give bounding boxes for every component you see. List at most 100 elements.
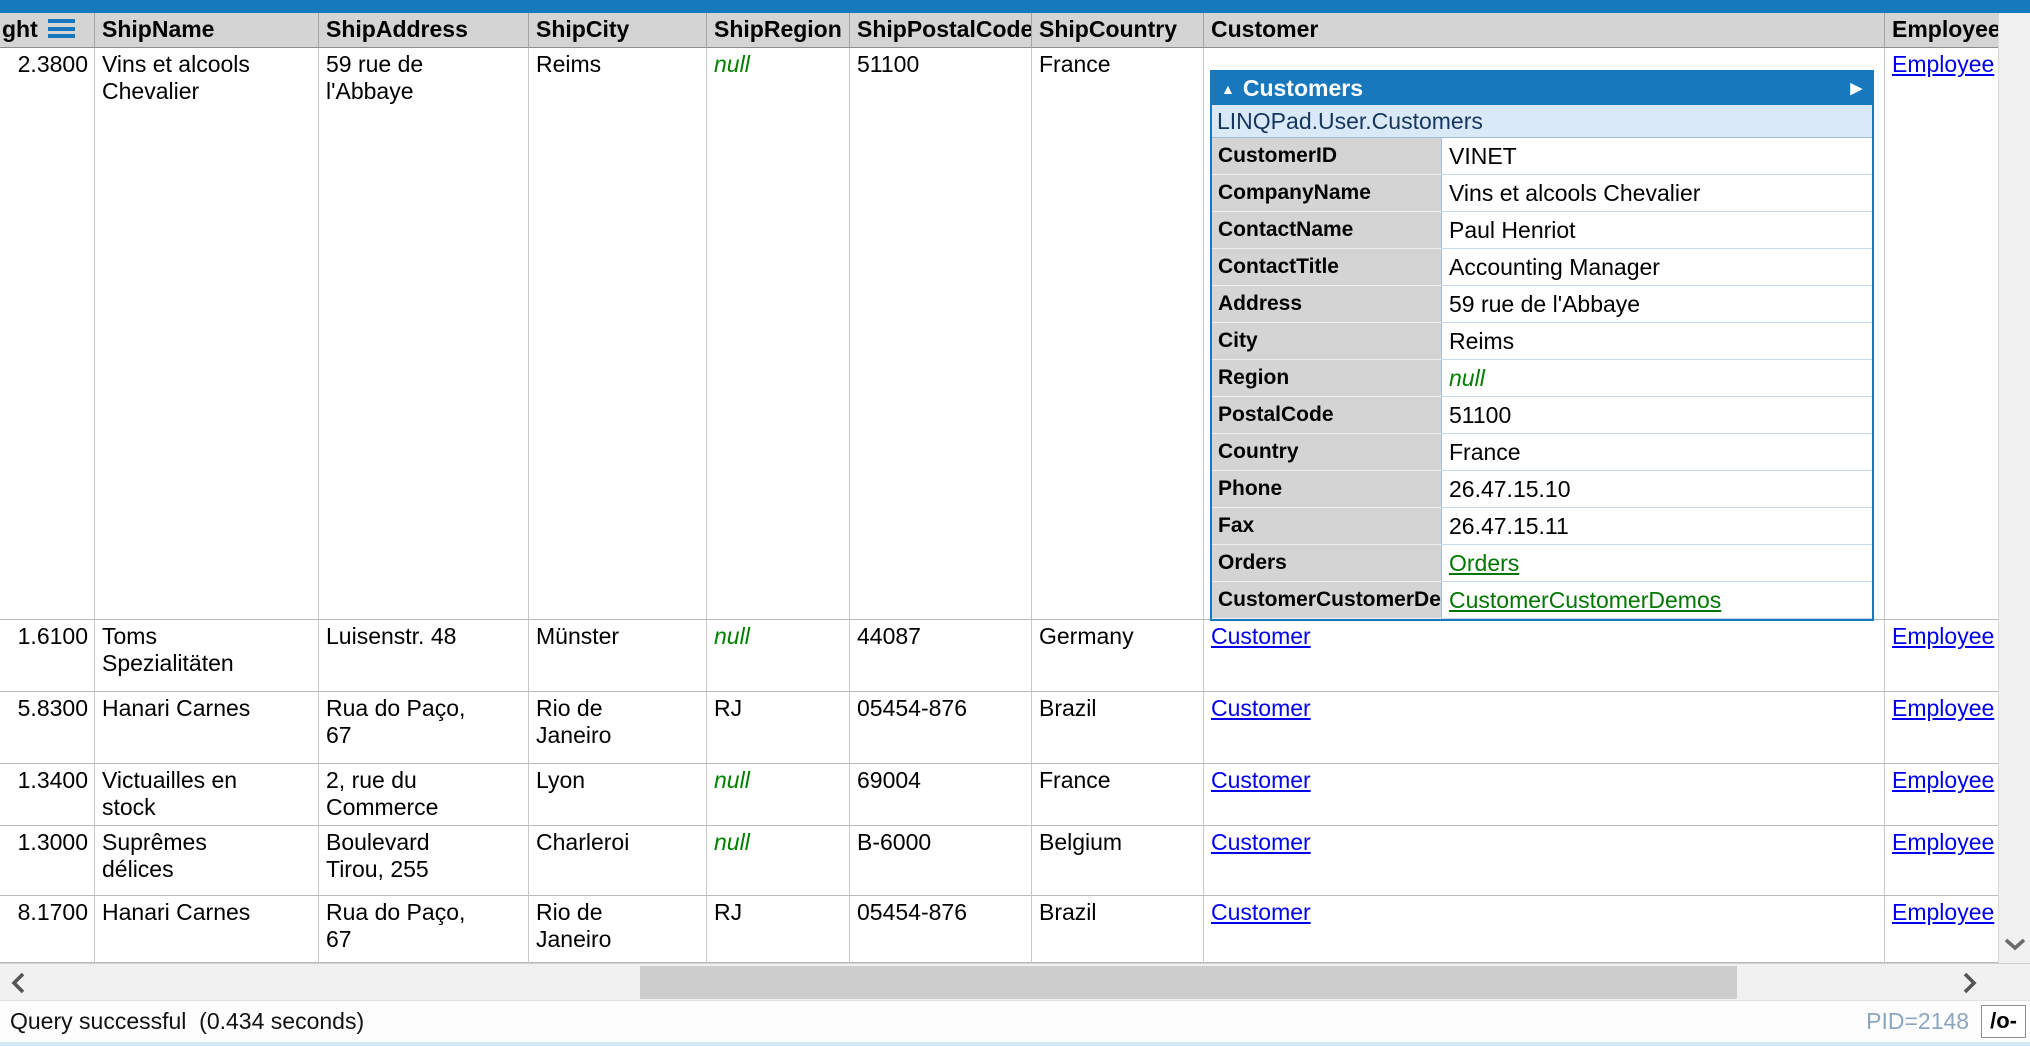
panel-field-label: ContactName	[1212, 212, 1442, 249]
column-header-customer[interactable]: Customer	[1204, 13, 1885, 48]
cell-text: Rua do Paço, 67	[326, 899, 465, 952]
employee-link[interactable]: Employee	[1892, 899, 1994, 925]
cell-text: 05454-876	[857, 695, 967, 721]
panel-field-row: ContactTitleAccounting Manager	[1212, 249, 1872, 286]
cell-ship-postal-code: 05454-876	[850, 896, 1032, 963]
panel-field-value: Orders	[1442, 545, 1872, 582]
employee-link[interactable]: Employee	[1892, 623, 1994, 649]
status-bar: Query successful (0.434 seconds) PID=214…	[0, 1000, 2030, 1042]
cell-customer: Customer	[1204, 826, 1885, 896]
cell-text: Luisenstr. 48	[326, 623, 456, 649]
panel-field-value: Accounting Manager	[1442, 249, 1872, 286]
panel-field-row: CityReims	[1212, 323, 1872, 360]
panel-field-value: Vins et alcools Chevalier	[1442, 175, 1872, 212]
cell-freight: 5.8300	[0, 692, 95, 764]
cell-text: Rua do Paço, 67	[326, 695, 465, 748]
panel-field-label: Country	[1212, 434, 1442, 471]
cell-text: B-6000	[857, 829, 931, 855]
cell-text: Reims	[536, 51, 601, 77]
column-header-label: ShipCity	[536, 16, 629, 42]
cell-ship-country: Belgium	[1032, 826, 1204, 896]
customer-panel-title: Customers	[1243, 75, 1363, 101]
cell-customer: Customer	[1204, 896, 1885, 963]
employee-link[interactable]: Employee	[1892, 829, 1994, 855]
status-message: Query successful (0.434 seconds)	[10, 1008, 364, 1035]
cell-text: 2, rue du Commerce	[326, 767, 438, 820]
cell-ship-city: Münster	[529, 620, 707, 692]
hamburger-icon[interactable]	[48, 19, 75, 38]
scroll-right-icon[interactable]	[1958, 970, 1980, 1001]
bottom-accent-line	[0, 1042, 2030, 1046]
column-header-ship-country[interactable]: ShipCountry	[1032, 13, 1204, 48]
cell-text: 1.6100	[18, 623, 88, 649]
employee-link[interactable]: Employee	[1892, 767, 1994, 793]
panel-field-value: Reims	[1442, 323, 1872, 360]
vertical-scrollbar[interactable]	[1998, 13, 2030, 963]
column-header-ship-name[interactable]: ShipName	[95, 13, 319, 48]
panel-field-label: City	[1212, 323, 1442, 360]
scroll-left-icon[interactable]	[8, 970, 30, 1001]
collapse-triangle-icon: ▲	[1221, 81, 1235, 97]
cell-text: 51100	[857, 51, 919, 77]
horizontal-scrollbar-thumb[interactable]	[640, 966, 1737, 999]
scroll-down-icon[interactable]	[2002, 936, 2028, 957]
cell-text: Toms Spezialitäten	[102, 623, 234, 676]
horizontal-scrollbar[interactable]	[0, 963, 2030, 1000]
null-value: null	[714, 623, 750, 649]
column-header-label: ght	[2, 16, 38, 42]
cell-ship-postal-code: 44087	[850, 620, 1032, 692]
cell-text: Germany	[1039, 623, 1134, 649]
employee-link[interactable]: Employee	[1892, 695, 1994, 721]
customercustomerdemos-link[interactable]: CustomerCustomerDemos	[1449, 587, 1721, 613]
optimization-mode-badge[interactable]: /o-	[1981, 1005, 2026, 1038]
cell-text: Brazil	[1039, 695, 1097, 721]
cell-ship-region: RJ	[707, 896, 850, 963]
column-header-ship-postal-code[interactable]: ShipPostalCode	[850, 13, 1032, 48]
customer-detail-panel: ▲Customers ▶ LINQPad.User.Customers Cust…	[1210, 70, 1874, 621]
cell-ship-address: Rua do Paço, 67	[319, 692, 529, 764]
expand-right-arrow-icon[interactable]: ▶	[1850, 72, 1862, 105]
cell-ship-country: France	[1032, 48, 1204, 620]
panel-field-row: CountryFrance	[1212, 434, 1872, 471]
null-value: null	[1449, 365, 1485, 391]
cell-text: Hanari Carnes	[102, 899, 250, 925]
panel-field-value: France	[1442, 434, 1872, 471]
column-header-ship-address[interactable]: ShipAddress	[319, 13, 529, 48]
column-header-freight[interactable]: ght	[0, 13, 95, 48]
cell-freight: 1.3000	[0, 826, 95, 896]
null-value: null	[714, 829, 750, 855]
cell-text: RJ	[714, 899, 742, 925]
customer-panel-fields: CustomerIDVINETCompanyNameVins et alcool…	[1212, 138, 1872, 619]
cell-text: Boulevard Tirou, 255	[326, 829, 430, 882]
orders-link[interactable]: Orders	[1449, 550, 1519, 576]
cell-ship-name: Hanari Carnes	[95, 896, 319, 963]
column-header-label: ShipRegion	[714, 16, 842, 42]
customer-link[interactable]: Customer	[1211, 695, 1311, 721]
cell-ship-city: Rio de Janeiro	[529, 692, 707, 764]
cell-text: Lyon	[536, 767, 585, 793]
column-header-label: ShipPostalCode	[857, 16, 1032, 42]
cell-ship-name: Vins et alcools Chevalier	[95, 48, 319, 620]
cell-text: France	[1039, 767, 1111, 793]
cell-text: 2.3800	[18, 51, 88, 77]
column-header-ship-region[interactable]: ShipRegion	[707, 13, 850, 48]
cell-ship-region: null	[707, 764, 850, 826]
cell-freight: 1.6100	[0, 620, 95, 692]
panel-field-row: Address59 rue de l'Abbaye	[1212, 286, 1872, 323]
panel-field-value: CustomerCustomerDemos	[1442, 582, 1872, 619]
panel-field-row: Phone26.47.15.10	[1212, 471, 1872, 508]
panel-field-label: Fax	[1212, 508, 1442, 545]
employee-link[interactable]: Employee	[1892, 51, 1994, 77]
column-header-ship-city[interactable]: ShipCity	[529, 13, 707, 48]
pid-label: PID=2148	[1866, 1008, 1969, 1035]
cell-freight: 1.3400	[0, 764, 95, 826]
customer-link[interactable]: Customer	[1211, 829, 1311, 855]
customer-link[interactable]: Customer	[1211, 899, 1311, 925]
customer-link[interactable]: Customer	[1211, 623, 1311, 649]
cell-ship-name: Toms Spezialitäten	[95, 620, 319, 692]
customer-link[interactable]: Customer	[1211, 767, 1311, 793]
panel-field-row: OrdersOrders	[1212, 545, 1872, 582]
panel-field-label: CustomerID	[1212, 138, 1442, 175]
customer-panel-header[interactable]: ▲ Customers ▶	[1212, 72, 1872, 105]
cell-ship-address: Rua do Paço, 67	[319, 896, 529, 963]
